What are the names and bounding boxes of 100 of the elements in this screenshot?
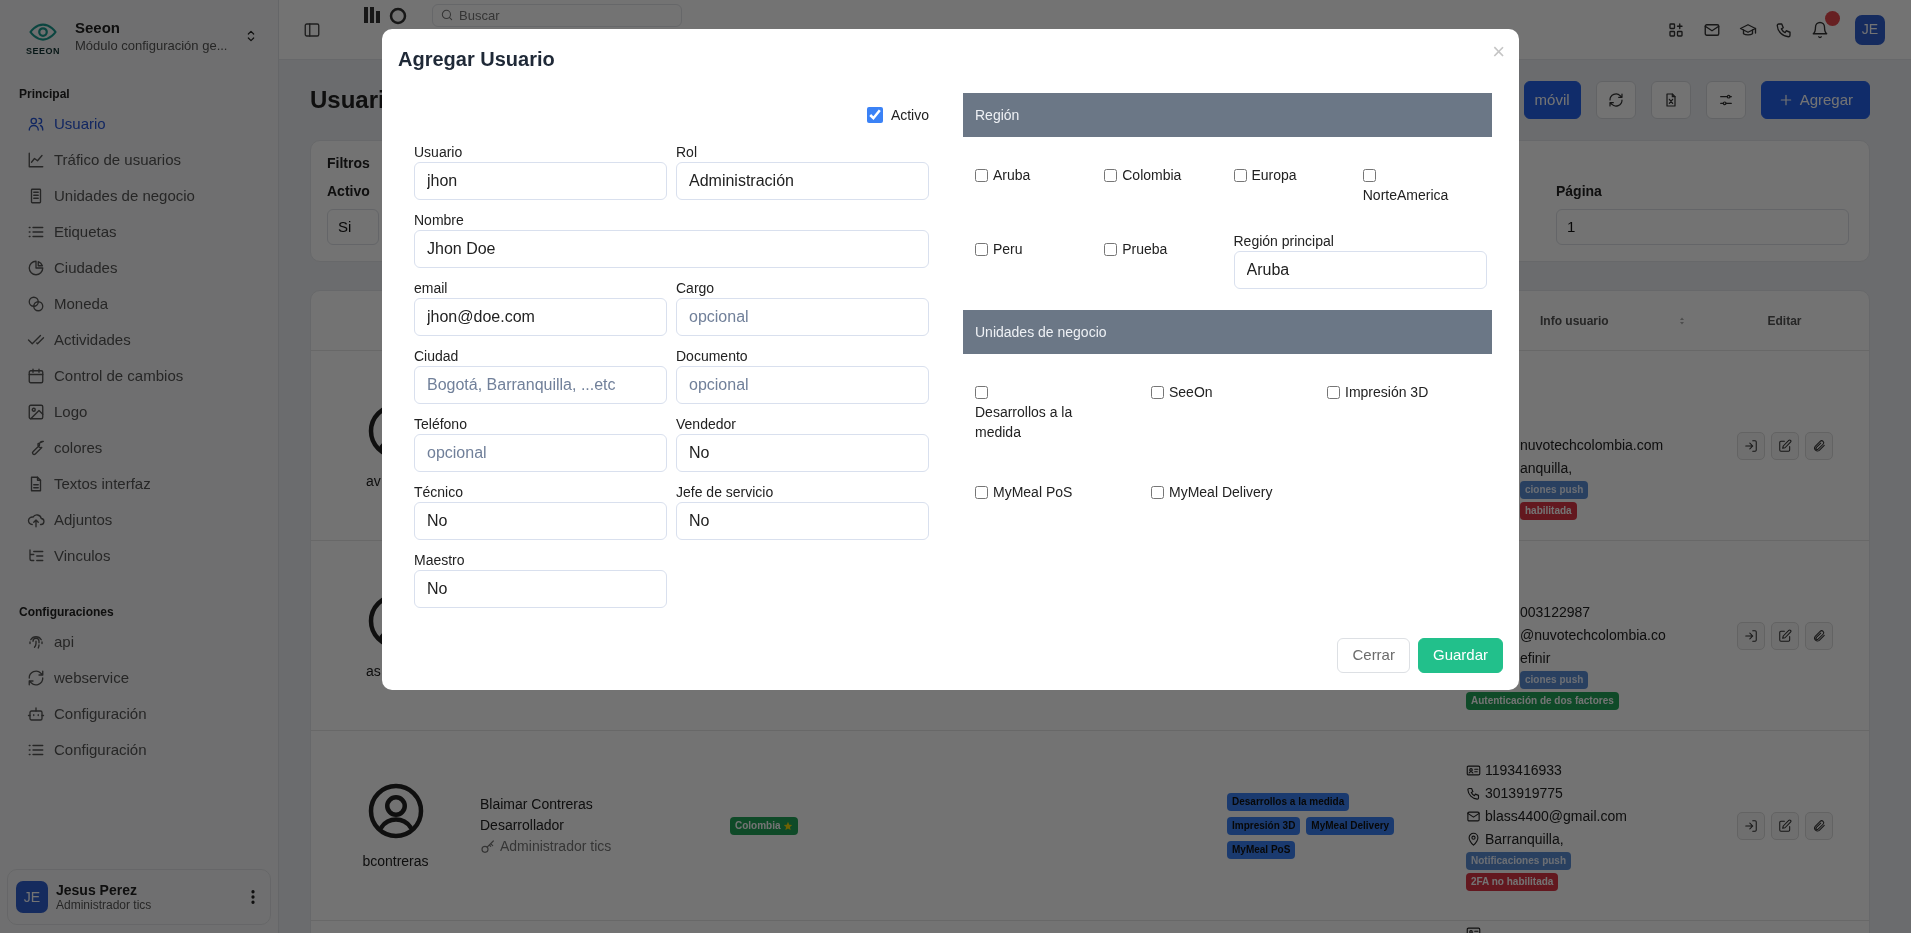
edit-button[interactable] (1770, 431, 1799, 460)
username: av (366, 471, 381, 491)
save-button[interactable]: Guardar (1417, 638, 1503, 673)
checkbox[interactable] (1327, 386, 1340, 399)
sidebar-item[interactable]: Control de cambios (7, 358, 271, 394)
login-icon (1743, 818, 1758, 833)
section-heading: Principal (19, 86, 71, 102)
checkbox[interactable] (1104, 169, 1118, 182)
input-field[interactable]: No (414, 570, 667, 608)
refresh-button[interactable] (1595, 81, 1636, 119)
input-field[interactable]: No (676, 502, 929, 540)
column-header: Info usuario (1540, 312, 1609, 330)
pie-chart-icon (27, 259, 45, 277)
sidebar-item[interactable]: Unidades de negocio (7, 178, 271, 214)
input-field[interactable]: No (676, 434, 929, 472)
login-as-button[interactable] (1736, 431, 1765, 460)
checkbox[interactable] (975, 386, 988, 399)
close-dialog-button[interactable]: Cerrar (1337, 638, 1410, 673)
checkbox-label: Peru (993, 240, 1023, 259)
attachments-button[interactable] (1804, 431, 1833, 460)
checkbox-label: NorteAmerica (1362, 186, 1449, 205)
checkbox[interactable] (975, 486, 988, 499)
info-text: 1193416933 (1485, 761, 1562, 780)
sidebar-item[interactable]: Usuario (7, 106, 271, 142)
info-text: blass4400@gmail.com (1485, 807, 1627, 826)
key-icon (480, 838, 496, 855)
sidebar-item[interactable]: Textos interfaz (7, 466, 271, 502)
sidebar-item[interactable]: Etiquetas (7, 214, 271, 250)
job-title: Desarrollador (480, 816, 566, 835)
input-field[interactable]: opcional (676, 298, 929, 336)
input-field[interactable]: Jhon Doe (414, 230, 929, 268)
close-button[interactable]: × (1492, 41, 1505, 63)
column-header: Editar (1767, 312, 1802, 330)
field-label: Nombre (414, 211, 465, 230)
checkbox[interactable] (975, 169, 988, 182)
info-text: @nuvotechcolombia.co (1520, 626, 1666, 645)
checkbox[interactable] (1362, 169, 1376, 182)
field-label: Ciudad (414, 347, 460, 366)
checkbox-label: Prueba (1122, 240, 1168, 259)
input-field[interactable]: No (414, 502, 667, 540)
sidebar-item[interactable]: api (7, 624, 271, 660)
mail-icon (1466, 808, 1481, 824)
sidebar-item[interactable]: Moneda (7, 286, 271, 322)
robot-icon (27, 705, 45, 723)
info-text: nuvotechcolombia.com (1520, 436, 1664, 455)
input-field[interactable]: jhon (414, 162, 667, 200)
field-label: Página (1556, 182, 1603, 201)
sidebar-item[interactable]: Actividades (7, 322, 271, 358)
sidebar-item[interactable]: Ciudades (7, 250, 271, 286)
login-as-button[interactable] (1736, 811, 1765, 840)
attachments-button[interactable] (1804, 811, 1833, 840)
info-text: Barranquilla, (1485, 830, 1564, 849)
checkbox[interactable] (1233, 169, 1247, 182)
role-text: Administrador tics (500, 837, 612, 856)
input-field[interactable]: opcional (676, 366, 929, 404)
paperclip-icon (1811, 628, 1826, 643)
sidebar-item[interactable]: Adjuntos (7, 502, 271, 538)
checkbox[interactable] (866, 107, 883, 123)
sidebar-item[interactable]: Logo (7, 394, 271, 430)
brand-subtitle: Módulo configuración ge... (75, 36, 229, 54)
input-field[interactable]: Bogotá, Barranquilla, ...etc (414, 366, 667, 404)
sidebar-item[interactable]: colores (7, 430, 271, 466)
login-as-button[interactable] (1736, 621, 1765, 650)
apps-icon (1667, 20, 1685, 39)
checkbox[interactable] (1151, 486, 1164, 499)
edit-button[interactable] (1770, 811, 1799, 840)
edit-button[interactable] (1770, 621, 1799, 650)
input-field[interactable]: jhon@doe.com (414, 298, 667, 336)
add-button[interactable]: Agregar (1760, 81, 1870, 119)
sidebar-item[interactable]: webservice (7, 660, 271, 696)
attachments-button[interactable] (1804, 621, 1833, 650)
notification-dot (1825, 10, 1840, 26)
checkbox-label: Activo (890, 106, 929, 125)
paperclip-icon (1811, 818, 1826, 833)
select-field[interactable]: Aruba (1233, 251, 1487, 289)
sidebar-item[interactable]: Vinculos (7, 538, 271, 574)
mobile-button[interactable]: móvil (1523, 81, 1581, 119)
sidebar-item[interactable]: Configuración (7, 696, 271, 732)
select-field[interactable]: Si (327, 209, 379, 245)
calendar-icon (27, 367, 45, 385)
filter-settings-button[interactable] (1705, 81, 1746, 119)
search-field[interactable]: Buscar (432, 4, 682, 27)
input-field[interactable]: opcional (414, 434, 667, 472)
select-field[interactable]: 1 (1556, 209, 1849, 245)
field-label: Maestro (414, 551, 466, 570)
field-label: Jefe de servicio (676, 483, 775, 502)
unit-tag: MyMeal PoS (1227, 840, 1296, 859)
checkbox[interactable] (975, 243, 988, 256)
login-icon (1743, 628, 1758, 643)
coins-icon (27, 295, 45, 313)
location-pin-icon (1466, 831, 1481, 847)
sidebar-item[interactable]: Tráfico de usuarios (7, 142, 271, 178)
logo-text: SEEON (26, 46, 60, 56)
checkbox[interactable] (1104, 243, 1118, 256)
user-avatar[interactable]: JE (1855, 14, 1885, 45)
export-button[interactable] (1650, 81, 1691, 119)
user-card[interactable]: JE Jesus Perez Administrador tics (7, 869, 271, 925)
checkbox[interactable] (1151, 386, 1164, 399)
input-field[interactable]: Administración (676, 162, 929, 200)
sidebar-item[interactable]: Configuración (7, 732, 271, 768)
